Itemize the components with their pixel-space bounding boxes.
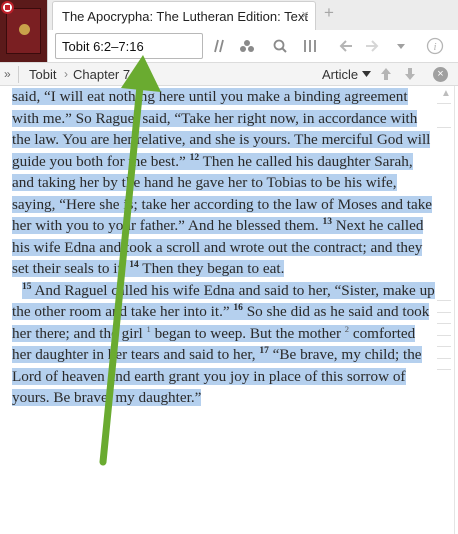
scroll-marker xyxy=(437,335,451,336)
scroll-marker xyxy=(437,300,451,301)
scroll-marker xyxy=(437,103,451,104)
scripture-text[interactable]: said, “I will eat nothing here until you… xyxy=(12,86,436,409)
highlighted-text: said, “I will eat nothing here until you… xyxy=(12,88,433,277)
visual-filters-icon[interactable] xyxy=(237,36,257,56)
forward-arrow-icon[interactable] xyxy=(362,36,382,56)
verse-number[interactable]: 14 xyxy=(129,260,139,270)
svg-text:i: i xyxy=(433,41,436,53)
scroll-marker xyxy=(437,323,451,324)
verse-number[interactable]: 15 xyxy=(22,281,32,292)
previous-article-icon[interactable] xyxy=(380,67,392,84)
verse-number[interactable]: 16 xyxy=(233,303,243,313)
breadcrumb-chapter[interactable]: Chapter 7 xyxy=(73,67,130,82)
chevron-down-icon xyxy=(361,71,371,77)
scroll-marker xyxy=(437,358,451,359)
tab-resource[interactable]: The Apocrypha: The Lutheran Edition: Tex… xyxy=(52,1,316,30)
next-article-icon[interactable] xyxy=(404,67,416,84)
parallel-resources-icon[interactable] xyxy=(211,36,231,56)
verse-number[interactable]: 12 xyxy=(190,152,200,163)
text-paragraph: said, “I will eat nothing here until you… xyxy=(12,86,436,280)
book-cover-art xyxy=(6,8,41,54)
verse-text: Then they began to eat. xyxy=(138,260,285,277)
logos-logo-icon[interactable] xyxy=(1,1,14,14)
highlighted-text: 15 And Raguel called his wife Edna and s… xyxy=(12,281,435,406)
scroll-marker xyxy=(437,369,451,370)
back-arrow-icon[interactable] xyxy=(336,36,356,56)
article-dropdown[interactable]: Article xyxy=(322,67,371,82)
pane-divider xyxy=(454,86,455,534)
verse-text: began to weep. But the mother xyxy=(150,324,345,342)
columns-icon[interactable] xyxy=(300,36,320,56)
breadcrumb-book[interactable]: Tobit xyxy=(29,67,56,82)
tab-title: The Apocrypha: The Lutheran Edition: Tex… xyxy=(62,9,308,24)
history-dropdown-icon[interactable] xyxy=(391,36,411,56)
breadcrumb-separator: › xyxy=(64,67,68,81)
reference-input[interactable] xyxy=(55,33,203,59)
cover-emblem xyxy=(19,24,30,35)
info-icon[interactable]: i xyxy=(425,36,445,56)
resource-toolbar: i xyxy=(48,30,458,62)
scroll-up-icon[interactable]: ▲ xyxy=(441,88,451,99)
location-bar: » Tobit › Chapter 7 Article × xyxy=(0,62,458,86)
scroll-marker xyxy=(437,312,451,313)
tab-close-button[interactable]: × xyxy=(301,8,309,21)
verse-number[interactable]: 17 xyxy=(259,346,269,356)
scroll-marker xyxy=(437,346,451,347)
text-paragraph: 15 And Raguel called his wife Edna and s… xyxy=(12,280,436,409)
scroll-marker xyxy=(437,127,451,128)
search-icon[interactable] xyxy=(270,36,290,56)
locbar-divider xyxy=(18,66,19,83)
verse-number[interactable]: 13 xyxy=(322,217,332,227)
new-tab-button[interactable]: + xyxy=(324,4,334,21)
article-dropdown-label: Article xyxy=(322,67,359,82)
expand-panel-icon[interactable]: » xyxy=(4,67,11,81)
close-location-icon[interactable]: × xyxy=(433,67,448,82)
